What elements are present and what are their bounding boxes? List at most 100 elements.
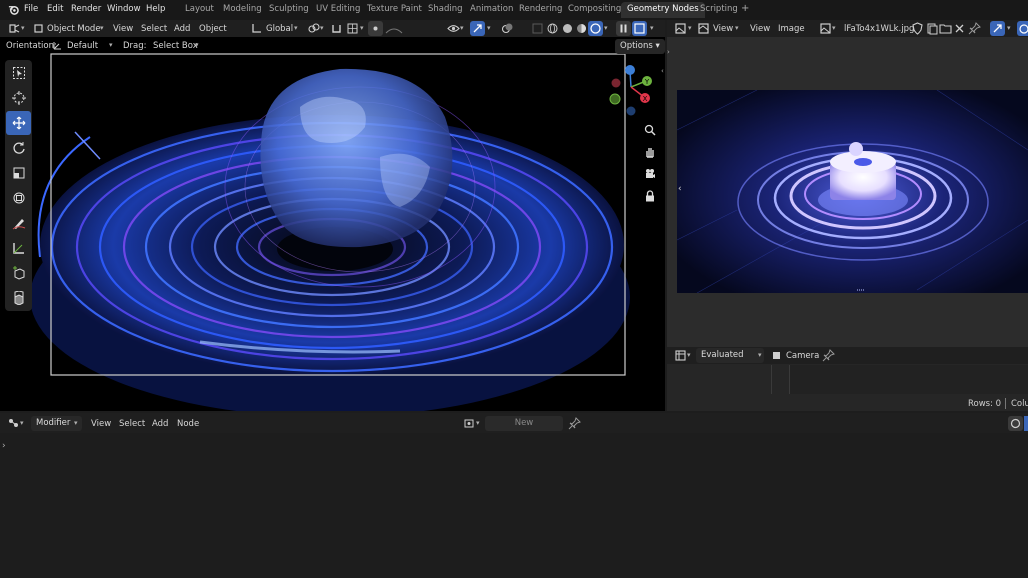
3d-viewport[interactable]: Orientation: Default ▾ Drag: Select Box … [0,37,665,411]
image-menu-view[interactable]: View [750,24,770,34]
solid-shading-icon[interactable] [560,21,575,36]
blender-logo-icon[interactable] [8,4,19,15]
evaluated-dropdown[interactable]: Evaluated [696,348,764,363]
pause-render-icon[interactable] [616,21,631,36]
new-image-icon[interactable] [924,21,939,36]
visibility-eye-icon[interactable] [446,21,461,36]
spreadsheet-editor: ▾ Evaluated ▾ Camera Rows: 0 Colu [667,347,1028,411]
chevron-left-icon[interactable]: ‹ [661,67,664,75]
view-mode-dropdown[interactable]: View [713,24,733,34]
tab-animation[interactable]: Animation [470,4,513,14]
tab-uv-editing[interactable]: UV Editing [316,4,360,14]
close-icon[interactable] [952,21,967,36]
geometry-node-editor[interactable]: ▾ Modifier ▾ View Select Add Node ▾ New … [0,413,1028,578]
proportional-falloff-icon[interactable] [384,24,444,34]
menu-edit[interactable]: Edit [47,4,63,14]
image-name-field[interactable]: lFaTo4x1WLk.jpg [844,24,914,34]
image-editor-type-icon[interactable] [673,21,688,36]
browse-image-icon[interactable] [818,21,833,36]
camera-view-button[interactable] [642,165,658,183]
pin-icon[interactable] [567,416,582,431]
lock-camera-button[interactable] [642,187,658,205]
node-overlay-icon[interactable] [1008,416,1023,431]
hand-icon [646,148,654,158]
chevron-right-icon[interactable]: › [2,441,6,451]
tab-layout[interactable]: Layout [185,4,214,14]
editor-options-icon[interactable] [632,21,647,36]
editor-type-icon[interactable] [7,21,22,36]
tab-rendering[interactable]: Rendering [519,4,562,14]
menu-render[interactable]: Render [71,4,101,14]
view-mode-icon[interactable] [696,21,711,36]
xray-icon[interactable] [530,21,545,36]
proportional-edit-icon[interactable] [368,21,383,36]
node-editor-type-icon[interactable] [6,416,21,431]
tab-scripting[interactable]: Scripting [700,4,738,14]
menu-window[interactable]: Window [107,4,141,14]
viewport-menu-view[interactable]: View [113,24,133,34]
tool-extrude[interactable] [6,286,31,310]
sidebar-toggle-icon[interactable]: ‹ [678,184,682,194]
mode-dropdown[interactable]: Object Mode [47,24,101,34]
tool-add-cube[interactable] [6,261,31,285]
pivot-point-icon[interactable] [306,21,321,36]
node-tree-browse-icon[interactable] [462,416,477,431]
tab-shading[interactable]: Shading [428,4,463,14]
tab-geometry-nodes[interactable]: Geometry Nodes [621,2,705,18]
tool-select-box[interactable] [6,61,31,85]
tool-move[interactable] [6,111,31,135]
material-shading-icon[interactable] [574,21,589,36]
chevron-down-icon: ▾ [687,351,691,359]
gizmo-x-label: X [643,95,648,103]
image-gizmo-icon[interactable] [990,21,1005,36]
snap-icon[interactable] [329,21,344,36]
tab-modeling[interactable]: Modeling [223,4,262,14]
tab-texture-paint[interactable]: Texture Paint [367,4,422,14]
viewport-menu-object[interactable]: Object [199,24,227,34]
node-menu-add[interactable]: Add [152,419,168,429]
spreadsheet-type-icon[interactable] [673,348,688,363]
pin-icon[interactable] [967,21,982,36]
image-overlay-icon[interactable] [1017,21,1028,36]
top-bar: File Edit Render Window Help Layout Mode… [0,0,1028,20]
extrude-icon [14,291,23,305]
tool-rotate[interactable] [6,136,31,160]
new-node-group-button[interactable]: New [485,416,563,431]
node-menu-node[interactable]: Node [177,419,199,429]
open-folder-icon[interactable] [938,21,953,36]
node-menu-view[interactable]: View [91,419,111,429]
pin-icon[interactable] [821,348,836,363]
tool-measure[interactable] [6,236,31,260]
options-dropdown[interactable]: Options ▾ [615,39,665,54]
node-options-toggle[interactable] [1024,416,1028,431]
node-menu-select[interactable]: Select [119,419,145,429]
drag-dropdown[interactable]: Select Box [153,41,198,51]
scale-icon [13,167,24,179]
image-menu-image[interactable]: Image [778,24,805,34]
zoom-button[interactable] [642,121,658,139]
menu-help[interactable]: Help [146,4,165,14]
fake-user-shield-icon[interactable] [910,21,925,36]
pan-button[interactable] [642,143,658,161]
navigation-gizmo[interactable]: Y X [604,63,660,119]
tool-scale[interactable] [6,161,31,185]
add-workspace-button[interactable]: + [741,3,749,14]
overlays-icon[interactable] [500,21,515,36]
tool-cursor[interactable] [6,86,31,110]
chevron-down-icon: ▾ [320,24,324,32]
wireframe-shading-icon[interactable] [545,21,560,36]
orientation-dropdown[interactable]: Default [67,41,98,51]
chevron-right-icon[interactable]: › [667,48,670,56]
rendered-shading-icon[interactable] [588,21,603,36]
zoom-icon [644,124,656,136]
viewport-menu-select[interactable]: Select [141,24,167,34]
tab-sculpting[interactable]: Sculpting [269,4,309,14]
viewport-menu-add[interactable]: Add [174,24,190,34]
tab-compositing[interactable]: Compositing [568,4,621,14]
tool-annotate[interactable] [6,211,31,235]
tool-transform[interactable] [6,186,31,210]
menu-file[interactable]: File [24,4,38,14]
snap-target-icon[interactable] [345,21,360,36]
transform-orientation-dropdown[interactable]: Global [266,24,293,34]
gizmo-toggle-icon[interactable] [470,21,485,36]
